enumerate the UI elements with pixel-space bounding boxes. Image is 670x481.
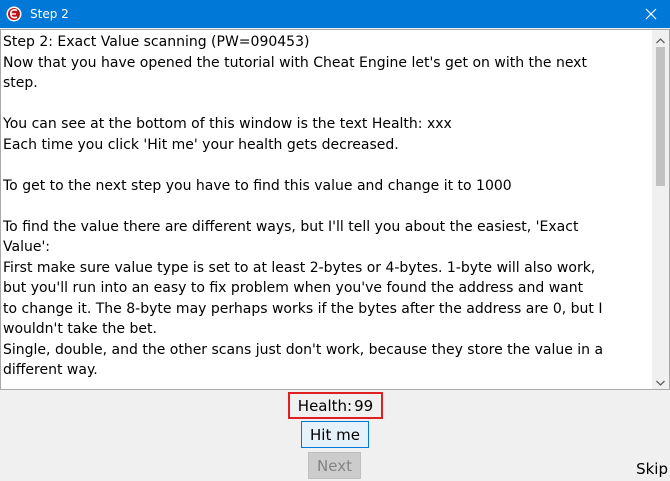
- tutorial-text: Step 2: Exact Value scanning (PW=090453)…: [3, 32, 653, 381]
- tutorial-line: Single, double, and the other scans just…: [3, 341, 604, 358]
- tutorial-line: different way.: [3, 362, 98, 378]
- chevron-down-icon: [656, 371, 665, 389]
- health-indicator: Health: 99: [288, 392, 383, 419]
- hit-me-button[interactable]: Hit me: [301, 421, 369, 448]
- health-value: 99: [354, 396, 374, 415]
- tutorial-line: Each time you click 'Hit me' your health…: [3, 136, 399, 153]
- tutorial-line: to change it. The 8-byte may perhaps wor…: [3, 300, 603, 317]
- close-icon: [645, 5, 657, 24]
- tutorial-line: You can see at the bottom of this window…: [3, 116, 452, 132]
- tutorial-line: [3, 155, 653, 176]
- scroll-down-button[interactable]: [652, 372, 669, 389]
- vertical-scrollbar[interactable]: [652, 30, 669, 389]
- tutorial-line: To find the value there are different wa…: [3, 218, 579, 235]
- tutorial-line: Now that you have opened the tutorial wi…: [3, 54, 587, 71]
- tutorial-text-area[interactable]: Step 2: Exact Value scanning (PW=090453)…: [0, 29, 670, 390]
- tutorial-line: First make sure value type is set to at …: [3, 259, 596, 276]
- skip-link[interactable]: Skip: [636, 460, 668, 478]
- tutorial-line: Step 2: Exact Value scanning (PW=090453): [3, 34, 310, 50]
- scroll-up-button[interactable]: [652, 30, 669, 47]
- title-bar: Step 2: [0, 0, 670, 28]
- tutorial-line: [3, 196, 653, 217]
- close-button[interactable]: [632, 0, 670, 28]
- chevron-up-icon: [656, 30, 665, 48]
- tutorial-line: To get to the next step you have to find…: [3, 177, 512, 194]
- cheat-engine-logo-icon: [6, 6, 22, 22]
- next-button[interactable]: Next: [308, 452, 361, 479]
- window-title: Step 2: [30, 7, 69, 21]
- scrollbar-thumb[interactable]: [656, 47, 665, 186]
- health-label: Health:: [297, 396, 353, 415]
- tutorial-line: step.: [3, 75, 38, 91]
- tutorial-line: [3, 94, 653, 115]
- tutorial-line: wouldn't take the bet.: [3, 321, 157, 337]
- tutorial-line: but you'll run into an easy to fix probl…: [3, 280, 584, 296]
- tutorial-line: Value':: [3, 239, 51, 255]
